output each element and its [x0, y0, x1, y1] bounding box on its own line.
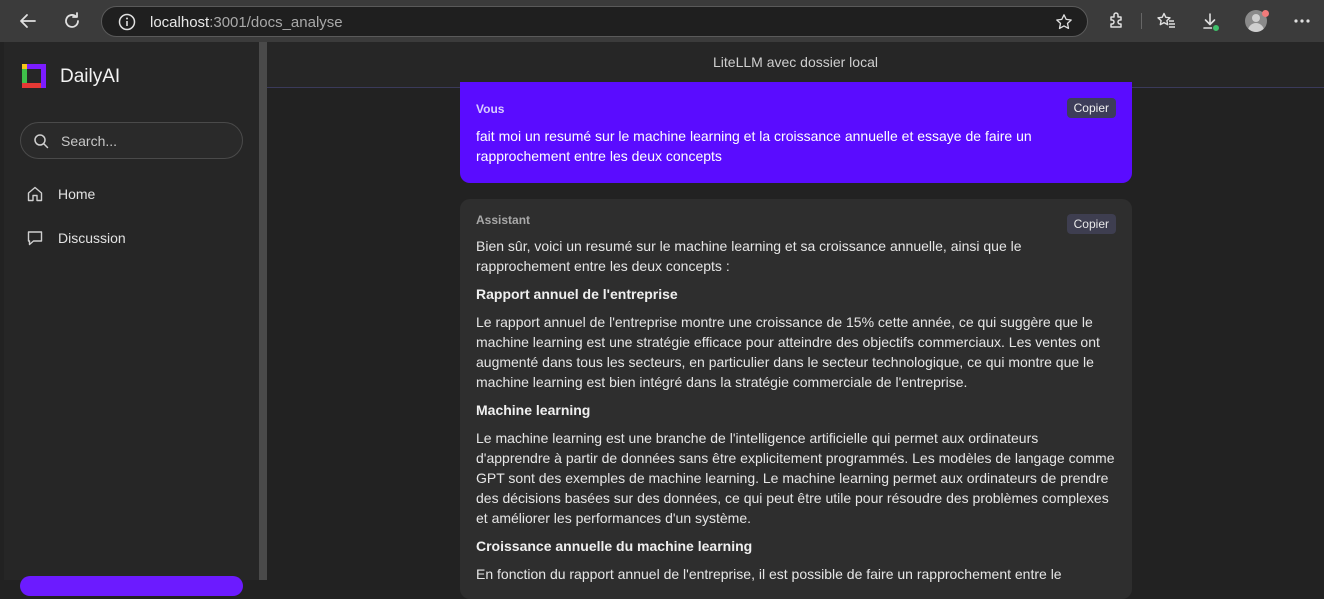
copy-button[interactable]: Copier	[1066, 98, 1116, 118]
sidebar-item-label: Discussion	[58, 230, 126, 246]
sidebar: DailyAI Home Discussion	[4, 42, 259, 596]
message-intro: Bien sûr, voici un resumé sur le machine…	[476, 238, 1022, 274]
profile-notification-dot	[1262, 10, 1269, 17]
sidebar-item-home[interactable]: Home	[26, 182, 95, 206]
search-input[interactable]	[61, 130, 231, 152]
info-icon[interactable]	[118, 13, 136, 31]
sidebar-item-label: Home	[58, 186, 96, 202]
section-text: Le machine learning est une branche de l…	[476, 430, 1115, 526]
chat-main: LiteLLM avec dossier local Vous Copier f…	[267, 42, 1324, 599]
url-text: localhost:3001/docs_analyse	[150, 14, 343, 31]
brand-name: DailyAI	[60, 66, 121, 87]
reload-button[interactable]	[58, 7, 86, 35]
sidebar-item-discussion[interactable]: Discussion	[26, 226, 126, 250]
section-text: Le rapport annuel de l'entreprise montre…	[476, 314, 1100, 390]
search-icon	[34, 134, 49, 149]
favorites-icon[interactable]	[1156, 11, 1176, 31]
section-heading: Croissance annuelle du machine learning	[476, 538, 753, 554]
browser-toolbar: localhost:3001/docs_analyse	[0, 0, 1324, 42]
copy-button[interactable]: Copier	[1066, 214, 1116, 234]
section-text: En fonction du rapport annuel de l'entre…	[476, 566, 1062, 582]
message-role: Vous	[476, 102, 505, 116]
page-title: LiteLLM avec dossier local	[713, 54, 878, 70]
message-text: fait moi un resumé sur le machine learni…	[476, 128, 1032, 164]
section-heading: Machine learning	[476, 402, 591, 418]
message-content: Bien sûr, voici un resumé sur le machine…	[476, 236, 1116, 584]
user-message: Vous Copier fait moi un resumé sur le ma…	[460, 82, 1132, 183]
chat-bubble-icon	[27, 231, 43, 246]
extensions-icon[interactable]	[1107, 11, 1127, 31]
message-role: Assistant	[476, 213, 531, 227]
reload-icon	[65, 12, 79, 28]
address-bar[interactable]: localhost:3001/docs_analyse	[101, 6, 1088, 37]
sidebar-resize-handle[interactable]	[259, 42, 267, 580]
back-button[interactable]	[14, 7, 42, 35]
arrow-left-icon	[20, 14, 36, 28]
sidebar-search	[20, 122, 243, 159]
more-options-icon[interactable]	[1292, 11, 1312, 31]
favorite-star-icon[interactable]	[1055, 13, 1073, 31]
toolbar-divider	[1141, 13, 1142, 29]
dailyai-logo-icon	[22, 64, 46, 88]
download-complete-badge	[1212, 24, 1220, 32]
section-heading: Rapport annuel de l'entreprise	[476, 286, 678, 302]
assistant-message: Assistant Copier Bien sûr, voici un resu…	[460, 199, 1132, 599]
home-icon	[27, 186, 43, 202]
sidebar-bottom-button[interactable]	[20, 576, 243, 596]
